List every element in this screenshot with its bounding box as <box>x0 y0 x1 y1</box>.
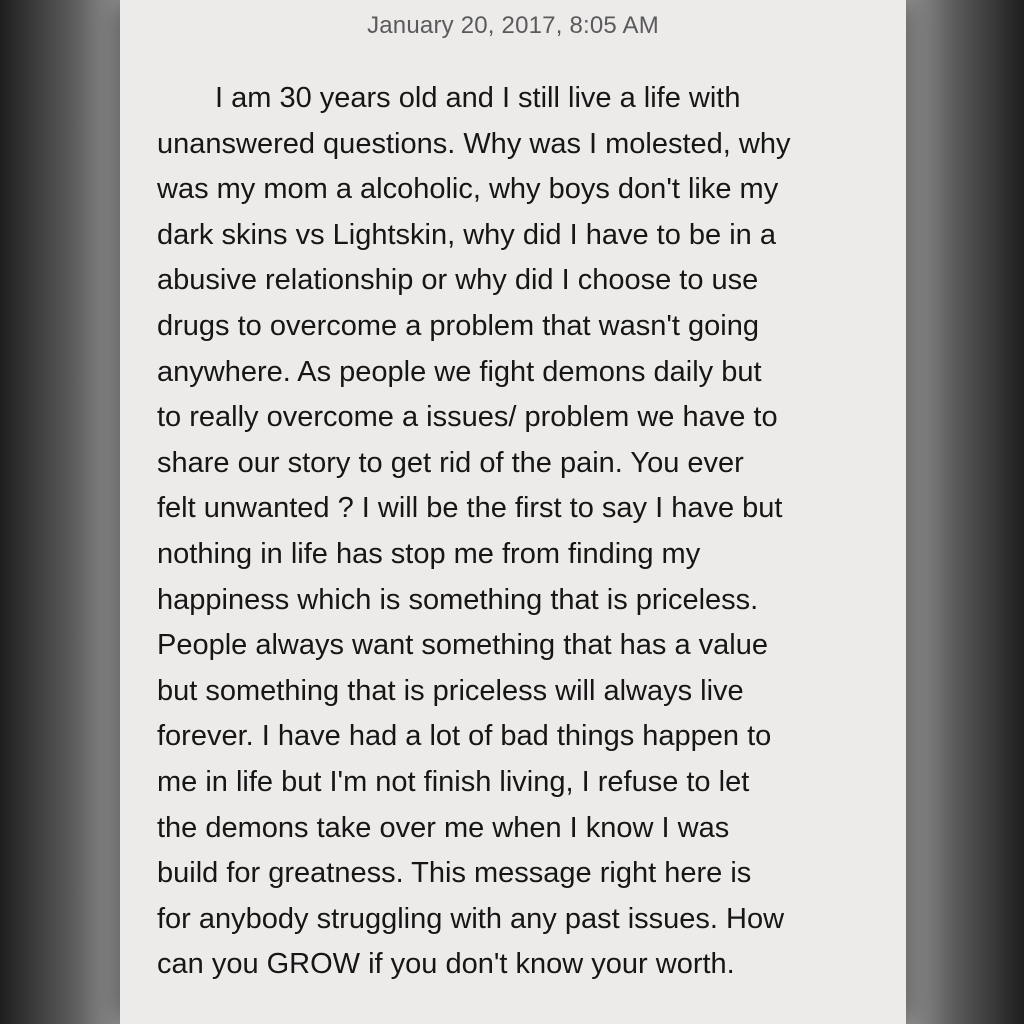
note-timestamp: January 20, 2017, 8:05 AM <box>367 12 659 39</box>
note-body-text[interactable]: I am 30 years old and I still live a lif… <box>157 76 877 988</box>
note-page: January 20, 2017, 8:05 AM I am 30 years … <box>120 0 906 1024</box>
